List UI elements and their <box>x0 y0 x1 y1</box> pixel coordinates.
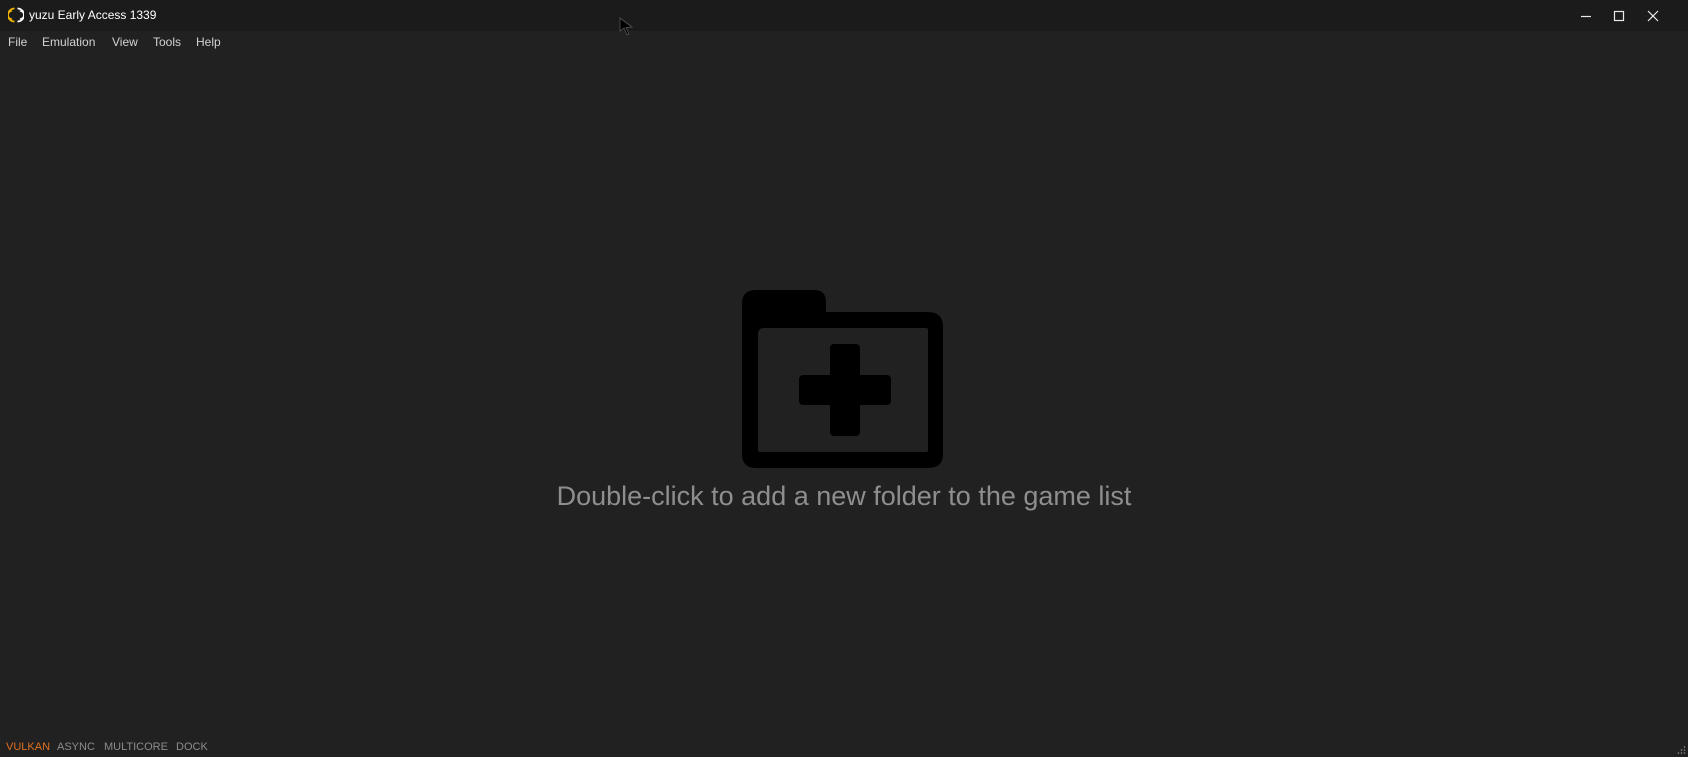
menu-bar: File Emulation View Tools Help <box>0 31 1688 53</box>
maximize-icon <box>1613 10 1625 21</box>
yuzu-logo-icon <box>8 7 24 23</box>
status-dock[interactable]: DOCK <box>176 741 208 753</box>
main-window: yuzu Early Access 1339 File Emulation Vi… <box>0 0 1688 757</box>
folder-add-icon[interactable] <box>742 290 943 468</box>
status-vulkan[interactable]: VULKAN <box>6 741 50 753</box>
status-bar: VULKAN ASYNC MULTICORE DOCK <box>0 737 1688 757</box>
resize-grip-icon[interactable] <box>1676 745 1686 755</box>
title-bar[interactable]: yuzu Early Access 1339 <box>0 0 1688 31</box>
window-title: yuzu Early Access 1339 <box>29 8 157 22</box>
close-icon <box>1647 10 1659 21</box>
minimize-icon <box>1581 15 1591 17</box>
menu-emulation[interactable]: Emulation <box>42 35 95 49</box>
close-button[interactable] <box>1636 0 1670 31</box>
menu-view[interactable]: View <box>112 35 138 49</box>
status-async[interactable]: ASYNC <box>57 741 95 753</box>
minimize-button[interactable] <box>1569 0 1603 31</box>
menu-help[interactable]: Help <box>196 35 221 49</box>
menu-file[interactable]: File <box>8 35 27 49</box>
status-multicore[interactable]: MULTICORE <box>104 741 168 753</box>
menu-tools[interactable]: Tools <box>153 35 181 49</box>
empty-game-list-message[interactable]: Double-click to add a new folder to the … <box>0 481 1688 512</box>
mouse-cursor-icon <box>619 17 633 35</box>
maximize-button[interactable] <box>1602 0 1636 31</box>
